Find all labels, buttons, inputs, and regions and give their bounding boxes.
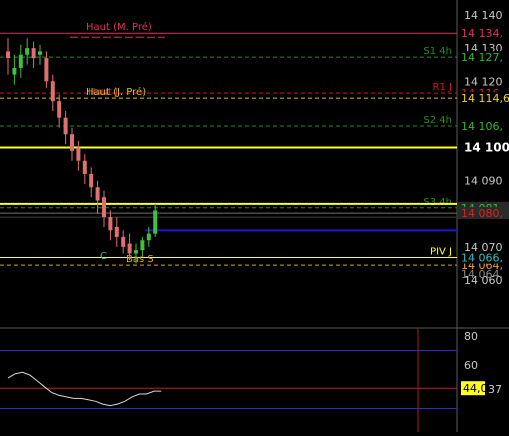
level-label-s3-4h: S3 4h	[423, 197, 452, 208]
candle-body[interactable]	[140, 240, 145, 251]
candle-body[interactable]	[82, 160, 87, 174]
osc-axis-tick: 60	[464, 359, 478, 372]
price-tag-current: 14 080,	[461, 207, 503, 220]
candle-body[interactable]	[63, 117, 68, 135]
candle-body[interactable]	[70, 134, 74, 151]
level-label-s2-4h: S2 4h	[423, 115, 452, 126]
candle-body[interactable]	[153, 210, 158, 234]
overlay-label-c: C	[100, 251, 107, 262]
osc-current-tag: 44,0	[463, 382, 488, 395]
candle-body[interactable]	[76, 147, 81, 161]
chart-background	[0, 0, 509, 432]
candle-body[interactable]	[89, 174, 94, 188]
price-tag-extra: 14 064,	[461, 268, 503, 281]
candle-body[interactable]	[127, 243, 132, 254]
level-label-s1-4h: S1 4h	[423, 46, 452, 57]
candle-body[interactable]	[44, 58, 49, 82]
candle-body[interactable]	[108, 217, 113, 231]
candle-body[interactable]	[25, 48, 30, 55]
candle-body[interactable]	[95, 187, 100, 201]
candle-body[interactable]	[146, 233, 151, 241]
price-tag-piv-j: 14 066,	[461, 251, 503, 264]
osc-side-tag: 37	[488, 383, 502, 396]
price-axis-tick: 14 090	[464, 175, 503, 188]
candle-body[interactable]	[102, 197, 106, 218]
candle-body[interactable]	[134, 250, 138, 254]
price-tag-s1-4h: 14 127,	[461, 51, 503, 64]
candle-body[interactable]	[50, 81, 55, 102]
candle-body[interactable]	[12, 68, 17, 75]
candle-body[interactable]	[31, 48, 36, 59]
trading-chart[interactable]: 14 140 14 130 14 120 14 100 14 090 14 070 14 0…	[0, 0, 509, 432]
candle-body[interactable]	[57, 101, 62, 118]
price-tag-haut-j-pre: 14 114,6	[461, 92, 509, 105]
price-axis-tick: 14 100	[464, 141, 509, 155]
price-axis-tick: 14 140	[464, 9, 503, 22]
candle-body[interactable]	[18, 54, 23, 68]
overlay-label-bas-s: Bas S	[126, 254, 154, 265]
price-tag-haut-m-pre: 14 134,	[461, 27, 503, 40]
level-label-haut-m-pre: Haut (M. Pré)	[86, 21, 152, 33]
overlay-label-haut-j: Haut J	[88, 87, 118, 98]
candle-body[interactable]	[114, 227, 119, 237]
chart-canvas[interactable]: 14 14014 13014 12014 10014 09014 07014 0…	[0, 0, 509, 432]
price-tag-s2-4h: 14 106,	[461, 120, 503, 133]
osc-axis-tick: 80	[464, 330, 478, 343]
candle-body[interactable]	[121, 236, 126, 247]
candle-body[interactable]	[38, 51, 42, 55]
level-label-r1-j: R1 J	[433, 82, 452, 93]
candle-body[interactable]	[6, 51, 10, 59]
level-label-piv-j: PIV J	[430, 246, 452, 257]
